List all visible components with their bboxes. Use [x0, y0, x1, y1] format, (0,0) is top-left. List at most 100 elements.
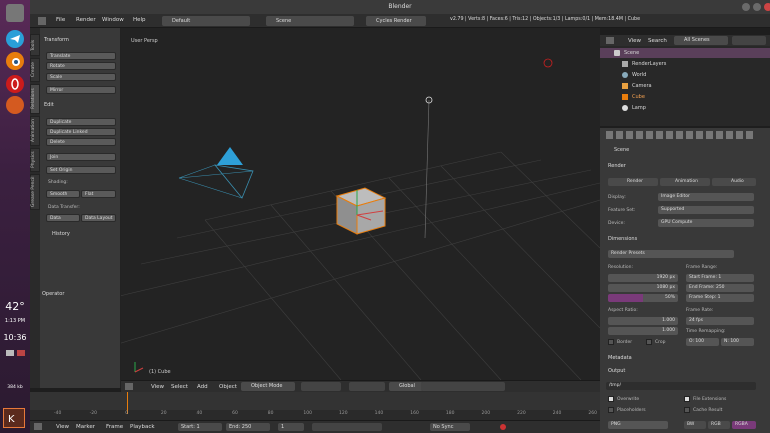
output-path-input[interactable]: /tmp/	[606, 382, 756, 390]
outliner-view-menu[interactable]: View	[628, 38, 641, 44]
menu-view[interactable]: View	[151, 384, 164, 390]
render-panel-header[interactable]: Render	[608, 163, 626, 169]
menu-help[interactable]: Help	[133, 17, 146, 23]
timeline-editor-icon[interactable]	[34, 423, 42, 430]
minimize-icon[interactable]	[742, 3, 750, 11]
render-presets-select[interactable]: Render Presets	[608, 250, 734, 258]
menu-select[interactable]: Select	[171, 384, 188, 390]
resolution-percentage-slider[interactable]: 50%	[608, 294, 678, 302]
outliner-row-cube[interactable]: Cube	[600, 92, 770, 102]
network-icon[interactable]	[6, 350, 14, 356]
outliner-search-menu[interactable]: Search	[648, 38, 667, 44]
operator-panel-header[interactable]: Operator	[42, 291, 64, 297]
aspect-x-field[interactable]: 1.000	[608, 317, 678, 325]
metadata-panel-header[interactable]: Metadata	[608, 355, 632, 361]
delete-button[interactable]: Delete	[46, 138, 116, 146]
render-button[interactable]: Render	[608, 178, 658, 186]
frame-step-field[interactable]: Frame Step: 1	[686, 294, 754, 302]
outliner-row-renderlayers[interactable]: RenderLayers	[600, 59, 770, 69]
camera-object[interactable]	[178, 147, 254, 199]
3d-viewport[interactable]: User Persp (1) Cube	[121, 28, 600, 380]
resolution-x-field[interactable]: 1920 px	[608, 274, 678, 282]
start-frame-field[interactable]: Start Frame: 1	[686, 274, 754, 282]
cube-object[interactable]	[335, 187, 387, 235]
edit-panel-header[interactable]: Edit	[44, 102, 54, 108]
cache-result-checkbox[interactable]	[684, 407, 690, 413]
start-frame-field[interactable]: Start: 1	[178, 423, 222, 431]
outliner-row-lamp[interactable]: Lamp	[600, 103, 770, 113]
timeline-playback-menu[interactable]: Playback	[130, 424, 155, 430]
properties-context-tabs[interactable]	[606, 131, 756, 139]
record-icon[interactable]	[500, 424, 506, 430]
outliner-editor-icon[interactable]	[606, 37, 614, 44]
editor-type-icon[interactable]	[38, 17, 46, 25]
3d-cursor-icon[interactable]	[543, 58, 553, 68]
close-icon[interactable]	[764, 3, 770, 11]
blender-app-icon[interactable]	[6, 52, 24, 70]
translate-button[interactable]: Translate	[46, 52, 116, 60]
menu-render[interactable]: Render	[76, 17, 96, 23]
set-origin-button[interactable]: Set Origin	[46, 166, 116, 174]
menu-add[interactable]: Add	[197, 384, 208, 390]
launcher-icon[interactable]: K	[3, 408, 25, 428]
flat-button[interactable]: Flat	[81, 190, 116, 198]
feature-set-select[interactable]: Supported	[658, 206, 754, 214]
playback-controls[interactable]	[312, 423, 382, 431]
tab-create[interactable]: Create	[30, 58, 40, 82]
remap-new-field[interactable]: N: 100	[721, 338, 754, 346]
rotate-button[interactable]: Rotate	[46, 62, 116, 70]
menu-window[interactable]: Window	[102, 17, 124, 23]
display-select[interactable]: Image Editor	[658, 193, 754, 201]
current-frame-field[interactable]: 1	[278, 423, 304, 431]
menu-object[interactable]: Object	[219, 384, 237, 390]
timeline-frame-menu[interactable]: Frame	[106, 424, 123, 430]
tab-relations[interactable]: Relations	[30, 84, 40, 114]
flag-icon[interactable]	[17, 350, 25, 356]
file-format-select[interactable]: PNG	[608, 421, 668, 429]
scale-button[interactable]: Scale	[46, 73, 116, 81]
timeline-marker-menu[interactable]: Marker	[76, 424, 95, 430]
outliner-display-select[interactable]: All Scenes	[674, 36, 728, 45]
screen-layout-select[interactable]: Default	[162, 16, 250, 26]
view3d-editor-icon[interactable]	[125, 383, 133, 390]
transform-orientation-select[interactable]: Global	[389, 382, 423, 391]
interaction-mode-select[interactable]: Object Mode	[241, 382, 295, 391]
opera-icon[interactable]	[6, 75, 24, 93]
duplicate-button[interactable]: Duplicate	[46, 118, 116, 126]
crop-checkbox[interactable]	[646, 339, 652, 345]
data-button[interactable]: Data	[46, 214, 80, 222]
maximize-icon[interactable]	[753, 3, 761, 11]
firefox-icon[interactable]	[6, 96, 24, 114]
shading-buttons[interactable]	[301, 382, 341, 391]
scene-select[interactable]: Scene	[266, 16, 354, 26]
animation-button[interactable]: Animation	[660, 178, 710, 186]
outliner-row-scene[interactable]: Scene	[600, 48, 770, 58]
layer-buttons[interactable]	[421, 382, 505, 391]
placeholders-checkbox[interactable]	[608, 407, 614, 413]
render-engine-select[interactable]: Cycles Render	[366, 16, 426, 26]
resolution-y-field[interactable]: 1080 px	[608, 284, 678, 292]
data-layout-button[interactable]: Data Layout	[81, 214, 116, 222]
outliner-row-world[interactable]: World	[600, 70, 770, 80]
frame-rate-select[interactable]: 24 fps	[686, 317, 754, 325]
device-select[interactable]: GPU Compute	[658, 219, 754, 227]
outliner-search-input[interactable]	[732, 36, 766, 45]
border-checkbox[interactable]	[608, 339, 614, 345]
mirror-button[interactable]: Mirror	[46, 86, 116, 94]
tab-animation[interactable]: Animation	[30, 116, 40, 146]
manipulator-buttons[interactable]	[349, 382, 385, 391]
aspect-y-field[interactable]: 1.000	[608, 327, 678, 335]
smooth-button[interactable]: Smooth	[46, 190, 80, 198]
menu-file[interactable]: File	[56, 17, 65, 23]
timeline-view-menu[interactable]: View	[56, 424, 69, 430]
dimensions-panel-header[interactable]: Dimensions	[608, 236, 637, 242]
file-extensions-checkbox[interactable]	[684, 396, 690, 402]
sync-mode-select[interactable]: No Sync	[430, 423, 470, 431]
transform-panel-header[interactable]: Transform	[44, 37, 69, 43]
telegram-icon[interactable]	[6, 30, 24, 48]
end-frame-field[interactable]: End Frame: 250	[686, 284, 754, 292]
tab-grease-pencil[interactable]: Grease Pencil	[30, 174, 40, 210]
color-bw-button[interactable]: BW	[684, 421, 706, 429]
outliner-row-camera[interactable]: Camera	[600, 81, 770, 91]
color-rgba-button[interactable]: RGBA	[732, 421, 756, 429]
